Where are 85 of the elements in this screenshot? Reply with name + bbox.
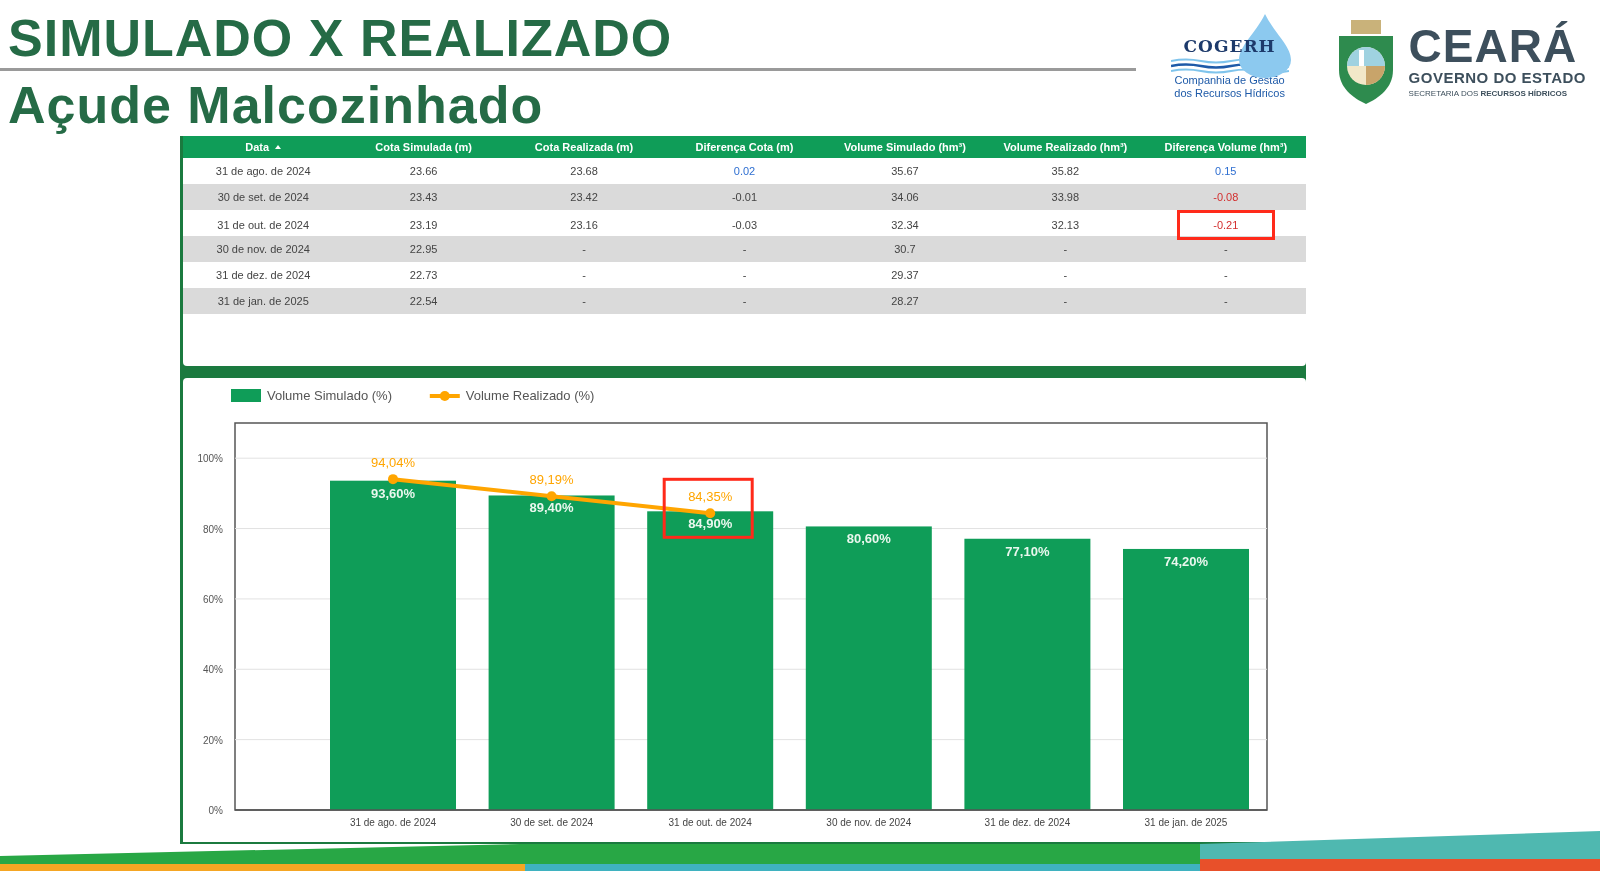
table-cell-text: 35.67 (891, 163, 919, 179)
data-label: 74,20% (1163, 553, 1209, 569)
legend-label: Volume Realizado (%) (465, 388, 595, 403)
axis-tick-label: 60% (203, 593, 223, 605)
table-cell-text: 23.16 (570, 217, 598, 233)
data-label: 84,90% (688, 516, 733, 532)
table-cell-text: - (1223, 267, 1228, 283)
legend-swatch (231, 389, 261, 402)
axis-tick-label: 30 de nov. de 2024 (826, 817, 912, 828)
table-cell-text: - (582, 267, 586, 283)
column-header[interactable]: Data (245, 138, 282, 156)
logo-caption: Companhia de Gestão (1174, 74, 1285, 87)
table-cell-text: 23.68 (570, 163, 598, 179)
table-cell-text: - (742, 293, 747, 309)
table-cell-text: 23.66 (409, 163, 438, 179)
table-cell-text: 32.13 (1051, 217, 1080, 233)
legend-label: Volume Simulado (%) (267, 388, 392, 403)
table-cell-text: 31 de ago. de 2024 (215, 163, 311, 179)
logo-caption: dos Recursos Hídricos (1174, 87, 1285, 100)
data-point (546, 491, 557, 502)
table-cell-text: 23.19 (409, 217, 438, 233)
table-cell-text: 31 de dez. de 2024 (216, 267, 311, 283)
data-label: 89,19% (529, 472, 574, 488)
table-cell-text: 30 de nov. de 2024 (216, 241, 310, 257)
axis-tick-label: 40% (203, 664, 223, 676)
table-cell-text: - (1063, 267, 1068, 283)
data-point (705, 508, 716, 519)
data-point (388, 474, 398, 485)
logo-wordmark: CEARÁ (1408, 23, 1579, 69)
axis-tick-label: 80% (203, 523, 223, 535)
axis-tick-label: 31 de ago. de 2024 (349, 817, 437, 828)
table-cell-text: -0.01 (731, 189, 758, 205)
table-cell-text: 34.06 (891, 189, 919, 205)
table-cell-text: - (582, 293, 586, 309)
logo-caption: GOVERNO DO ESTADO (1408, 69, 1586, 87)
legend-line-icon (429, 391, 460, 401)
table-cell-text: 0.02 (733, 163, 756, 179)
column-header[interactable]: Volume Realizado (hm³) (1003, 138, 1128, 156)
table-cell-text: 22.73 (409, 267, 438, 283)
table-cell-text: - (1223, 293, 1228, 309)
column-header[interactable]: Cota Simulada (m) (375, 138, 472, 156)
table-cell-text: -0.03 (731, 217, 758, 233)
table-cell-text: 22.54 (409, 293, 438, 309)
table-cell-text: 23.42 (570, 189, 598, 205)
table-cell-text: 29.37 (891, 267, 919, 283)
table-cell-text: -0.08 (1213, 189, 1239, 205)
data-label: 77,10% (1005, 543, 1050, 559)
data-label: 89,40% (529, 500, 574, 516)
axis-tick-label: 30 de set. de 2024 (510, 817, 594, 828)
axis-tick-label: 31 de dez. de 2024 (984, 817, 1071, 828)
table-cell-text: - (1063, 293, 1068, 309)
table-cell-text: 35.82 (1051, 163, 1080, 179)
table-cell-text: - (582, 241, 586, 257)
data-label: 80,60% (846, 531, 891, 547)
data-label: 84,35% (688, 489, 733, 505)
table-cell: -0.21 (1176, 210, 1275, 240)
table-cell-text: 31 de out. de 2024 (217, 217, 310, 233)
sort-up-icon (275, 145, 282, 149)
data-label: 94,04% (370, 455, 416, 471)
data-label: 93,60% (370, 485, 416, 501)
table-cell-text: - (1063, 241, 1068, 257)
axis-tick-label: 31 de jan. de 2025 (1144, 817, 1228, 828)
table-cell-text: 23.43 (409, 189, 438, 205)
column-header[interactable]: Volume Simulado (hm³) (843, 138, 966, 156)
table-cell-text: 0.15 (1215, 163, 1237, 179)
axis-tick-label: 31 de out. de 2024 (668, 817, 752, 828)
table-cell-text: 31 de jan. de 2025 (217, 293, 309, 309)
table-cell-text: 30.7 (894, 241, 916, 257)
table-cell-text: - (742, 241, 747, 257)
column-header[interactable]: Cota Realizada (m) (534, 138, 634, 156)
table-cell-text: - (742, 267, 747, 283)
table-cell-text: 32.34 (891, 217, 919, 233)
table-cell-text: 22.95 (409, 241, 438, 257)
axis-tick-label: 20% (203, 734, 223, 746)
axis-tick-label: 0% (208, 805, 223, 816)
table-cell-text: 30 de set. de 2024 (217, 189, 309, 205)
logo-caption: SECRETARIA DOS RECURSOS HÍDRICOS (1408, 88, 1569, 100)
slide-title: SIMULADO X REALIZADO (7, 12, 674, 64)
column-header[interactable]: Diferença Cota (m) (695, 138, 794, 156)
table-cell-text: 33.98 (1051, 189, 1080, 205)
table-cell-text: - (1223, 241, 1228, 257)
table-cell-text: 28.27 (891, 293, 919, 309)
column-header[interactable]: Diferença Volume (hm³) (1164, 138, 1288, 156)
axis-tick-label: 100% (197, 453, 223, 465)
logo-wordmark: COGERH (1183, 38, 1276, 55)
